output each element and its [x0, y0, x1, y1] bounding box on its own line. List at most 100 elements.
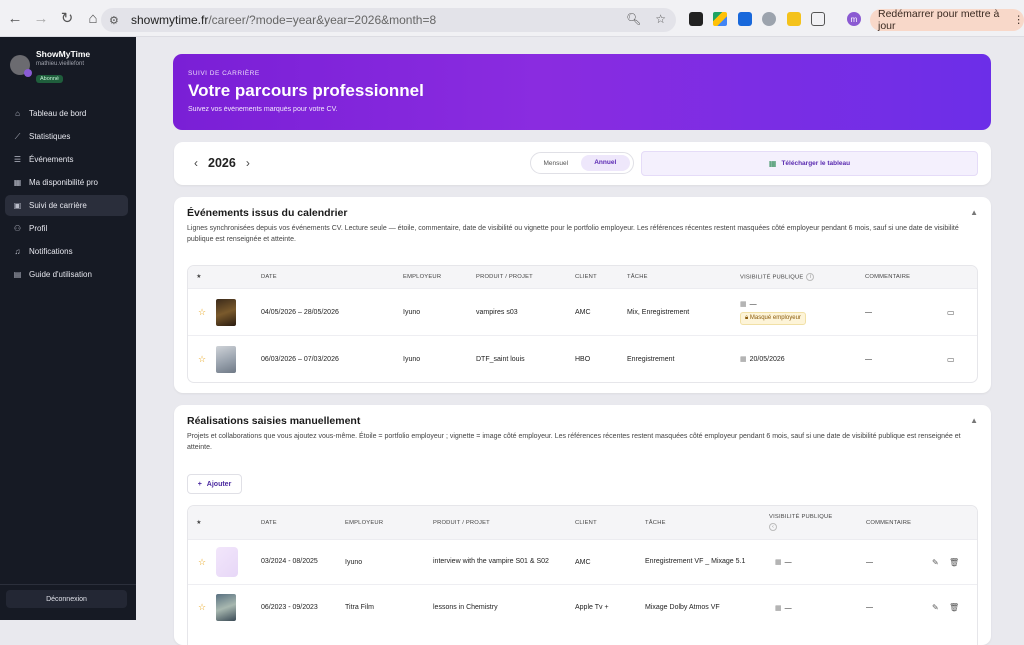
star-icon[interactable]: ☆	[188, 354, 216, 365]
info-icon[interactable]: ‹	[769, 523, 777, 531]
extension-icon-1[interactable]	[689, 12, 703, 26]
thumbnail-cell[interactable]	[216, 345, 261, 373]
thumbnail-cell[interactable]	[216, 547, 261, 577]
cell-product: interview with the vampire S01 & S02	[433, 558, 549, 566]
zoom-icon[interactable]: 🔍︎	[626, 12, 641, 26]
poster-thumbnail	[216, 345, 236, 373]
sidebar-item-statistics[interactable]: ⟋ Statistiques	[5, 126, 128, 147]
site-info-icon[interactable]: ⚙	[109, 14, 127, 27]
star-icon[interactable]: ☆	[188, 307, 216, 318]
sidebar-item-dashboard[interactable]: ⌂ Tableau de bord	[5, 103, 128, 124]
edit-icon[interactable]: ✎	[932, 603, 949, 612]
user-profile[interactable]: ShowMyTime mathieu.vieillefont Abonné	[0, 37, 136, 85]
toggle-yearly[interactable]: Annuel	[580, 155, 630, 171]
cell-task: Enregistrement VF _ Mixage 5.1	[645, 558, 746, 566]
update-button[interactable]: Redémarrer pour mettre à jour ⋮	[870, 8, 1024, 32]
header-product: PRODUIT / PROJET	[433, 519, 490, 526]
cell-task: Enregistrement	[627, 355, 675, 363]
download-table-button[interactable]: ▦ Télécharger le tableau	[641, 151, 978, 176]
header-comment: COMMENTAIRE	[866, 519, 912, 526]
header-visibility: VISIBILITÉ PUBLIQUE ‹	[769, 514, 833, 531]
cell-comment: —	[865, 308, 872, 316]
sidebar-item-career[interactable]: ▣ Suivi de carrière	[5, 195, 128, 216]
section-description: Projets et collaborations que vous ajout…	[187, 433, 961, 451]
delete-icon[interactable]: 🗑︎	[949, 603, 961, 612]
cell-employer: Iyuno	[403, 308, 421, 316]
cell-date: 06/2023 - 09/2023	[261, 603, 318, 611]
toggle-monthly[interactable]: Mensuel	[531, 160, 581, 167]
cell-date: 03/2024 - 08/2025	[261, 558, 318, 566]
chart-icon: ⟋	[14, 131, 21, 141]
cell-visibility[interactable]: ▦ —	[769, 558, 866, 566]
reload-icon[interactable]: ↻	[56, 7, 78, 29]
header-product: PRODUIT / PROJET	[476, 274, 533, 280]
star-icon[interactable]: ☆	[188, 557, 216, 568]
book-icon: ▤	[13, 270, 22, 279]
header-visibility: VISIBILITÉ PUBLIQUE i	[740, 273, 865, 281]
list-icon: ☰	[13, 155, 22, 164]
extension-icon-4[interactable]	[762, 12, 776, 26]
thumbnail-cell[interactable]	[216, 594, 261, 621]
forward-icon[interactable]: →	[30, 7, 52, 29]
calendar-icon: ▦	[13, 178, 22, 187]
edit-icon[interactable]: ✎	[932, 558, 949, 567]
sidebar-item-profile[interactable]: ⚇ Profil	[5, 218, 128, 239]
cell-visibility[interactable]: ▦ 20/05/2026	[740, 355, 865, 363]
hero-banner: SUIVI DE CARRIÈRE Votre parcours profess…	[173, 54, 991, 130]
sidebar-nav: ⌂ Tableau de bord ⟋ Statistiques ☰ Événemen…	[0, 103, 136, 285]
year-navigator: ‹ 2026 ›	[194, 156, 250, 170]
thumbnail-cell[interactable]	[216, 298, 261, 326]
cell-visibility[interactable]: ▦ — 🔒︎ Masqué employeur	[740, 300, 865, 325]
calendar-events-table: ★ DATE EMPLOYEUR PRODUIT / PROJET CLIENT…	[187, 265, 978, 383]
spreadsheet-icon: ▦	[768, 159, 777, 168]
cell-product: lessons in Chemistry	[433, 604, 498, 611]
cell-date: 06/03/2026 – 07/03/2026	[261, 355, 339, 363]
header-client: CLIENT	[575, 274, 597, 280]
logout-button[interactable]: Déconnexion	[6, 590, 127, 608]
plus-icon: +	[197, 480, 202, 488]
table-row: ☆ 06/2023 - 09/2023 Titra Film lessons i…	[188, 585, 977, 630]
sidebar-divider	[0, 584, 136, 585]
extension-icon-5[interactable]	[787, 12, 801, 26]
back-icon[interactable]: ←	[4, 7, 26, 29]
info-icon[interactable]: i	[806, 273, 815, 281]
trello-icon[interactable]	[738, 12, 752, 26]
bookmark-star-icon[interactable]: ☆	[655, 12, 666, 26]
sidebar-item-guide[interactable]: ▤ Guide d'utilisation	[5, 264, 128, 285]
browser-profile-avatar[interactable]: m	[847, 12, 861, 26]
sidebar-item-availability[interactable]: ▦ Ma disponibilité pro	[5, 172, 128, 193]
next-year-icon[interactable]: ›	[246, 156, 250, 170]
star-icon[interactable]: ☆	[188, 602, 216, 613]
section-description: Lignes synchronisées depuis vos événemen…	[187, 225, 959, 243]
address-bar[interactable]: ⚙ showmytime.fr/career/?mode=year&year=2…	[101, 8, 676, 32]
add-entry-button[interactable]: + Ajouter	[187, 474, 242, 494]
delete-icon[interactable]: 🗑︎	[949, 558, 961, 567]
collapse-icon[interactable]: ▲	[970, 208, 978, 217]
cell-employer: Iyuno	[403, 355, 421, 363]
previous-year-icon[interactable]: ‹	[194, 156, 198, 170]
cell-employer: Iyuno	[345, 558, 363, 566]
sidebar-item-events[interactable]: ☰ Événements	[5, 149, 128, 170]
drive-icon[interactable]	[713, 12, 727, 26]
avatar	[10, 55, 32, 77]
header-task: TÂCHE	[627, 274, 648, 280]
view-mode-toggle: Mensuel Annuel	[530, 152, 634, 174]
header-star: ★	[196, 274, 202, 280]
cell-employer: Titra Film	[345, 604, 374, 611]
extensions-puzzle-icon[interactable]	[811, 12, 825, 26]
sidebar-item-notifications[interactable]: ♫ Notifications	[5, 241, 128, 262]
manual-entries-table: ★ DATE EMPLOYEUR PRODUIT / PROJET CLIENT…	[187, 505, 978, 645]
table-header: ★ DATE EMPLOYEUR PRODUIT / PROJET CLIENT…	[188, 506, 977, 540]
cell-client: HBO	[575, 355, 591, 363]
collapse-icon[interactable]: ▲	[970, 416, 978, 425]
comment-icon[interactable]: ▭	[947, 308, 967, 317]
cell-client: AMC	[575, 308, 591, 316]
lock-icon: 🔒︎	[745, 314, 749, 321]
hero-subtitle: Suivez vos événements marqués pour votre…	[188, 106, 338, 113]
cell-product: vampires s03	[476, 308, 518, 316]
cell-comment: —	[865, 355, 872, 363]
comment-icon[interactable]: ▭	[947, 355, 967, 364]
sidebar: ShowMyTime mathieu.vieillefont Abonné ⌂ T…	[0, 37, 136, 620]
manual-entries-section: Réalisations saisies manuellement ▲ Proj…	[174, 405, 991, 645]
cell-visibility[interactable]: ▦ —	[769, 604, 866, 612]
